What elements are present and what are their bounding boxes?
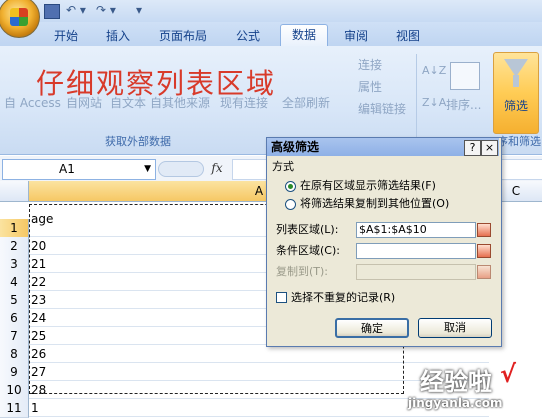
- filter-label: 筛选: [503, 99, 528, 113]
- connections-button[interactable]: 连接: [358, 56, 382, 73]
- tab-insert[interactable]: 插入: [96, 26, 140, 46]
- watermark-url: jingyanla.com: [408, 396, 503, 410]
- sort-za-button[interactable]: Z↓A: [422, 96, 446, 109]
- criteria-range-label: 条件区域(C):: [276, 244, 340, 257]
- sort-dialog-icon: [450, 62, 480, 90]
- criteria-range-field[interactable]: [356, 243, 476, 259]
- refresh-all-button[interactable]: 全部刷新: [282, 94, 330, 111]
- tab-home[interactable]: 开始: [44, 26, 88, 46]
- overlay-annotation-title: 仔细观察列表区域: [36, 67, 277, 100]
- row-header[interactable]: 4: [0, 273, 29, 292]
- save-icon[interactable]: [44, 4, 60, 19]
- range-select-icon[interactable]: [477, 244, 491, 258]
- insert-function-button[interactable]: fx: [206, 160, 228, 177]
- mode-group-label: 方式: [272, 160, 294, 173]
- tab-page-layout[interactable]: 页面布局: [150, 26, 216, 46]
- properties-button[interactable]: 属性: [358, 78, 382, 95]
- group-label-external-data: 获取外部数据: [105, 135, 171, 148]
- group-label-sort-filter: 序和筛选: [497, 135, 541, 148]
- funnel-stem: [513, 75, 519, 87]
- unique-records-label: 选择不重复的记录(R): [291, 291, 396, 304]
- select-all-corner[interactable]: [0, 181, 29, 201]
- filter-button[interactable]: 筛选: [493, 52, 539, 134]
- row-header[interactable]: 1: [0, 219, 29, 238]
- name-box-value: A1: [59, 162, 75, 176]
- row-header[interactable]: 7: [0, 327, 29, 346]
- row-header[interactable]: 6: [0, 309, 29, 328]
- tab-formulas[interactable]: 公式: [226, 26, 270, 46]
- sort-button[interactable]: 排序...: [446, 96, 481, 113]
- tab-review[interactable]: 审阅: [334, 26, 378, 46]
- watermark-check-icon: √: [500, 360, 517, 388]
- row-header[interactable]: 9: [0, 363, 29, 382]
- row-header[interactable]: 8: [0, 345, 29, 364]
- radio-in-place[interactable]: [285, 181, 296, 192]
- formula-expand-handle[interactable]: [158, 161, 204, 177]
- list-range-field[interactable]: $A$1:$A$10: [356, 222, 476, 238]
- row-header[interactable]: 2: [0, 237, 29, 256]
- sort-az-button[interactable]: A↓Z: [422, 64, 446, 77]
- undo-button[interactable]: ↶ ▾: [66, 3, 86, 19]
- office-logo-icon: [10, 8, 28, 26]
- cancel-button[interactable]: 取消: [418, 318, 492, 338]
- option-copy-label: 将筛选结果复制到其他位置(O): [300, 197, 450, 210]
- row-header[interactable]: 5: [0, 291, 29, 310]
- unique-records-checkbox[interactable]: [276, 292, 287, 303]
- name-box[interactable]: A1 ▼: [2, 159, 156, 180]
- close-button[interactable]: ×: [481, 140, 498, 156]
- row-header[interactable]: 11: [0, 399, 29, 418]
- radio-copy-to[interactable]: [285, 199, 296, 210]
- range-select-icon[interactable]: [477, 223, 491, 237]
- chevron-down-icon[interactable]: ▼: [144, 160, 151, 179]
- option-in-place-label: 在原有区域显示筛选结果(F): [300, 179, 436, 192]
- tab-view[interactable]: 视图: [386, 26, 430, 46]
- watermark-text: 经验啦: [420, 368, 492, 396]
- tab-data[interactable]: 数据: [280, 24, 328, 47]
- redo-button[interactable]: ↷ ▾: [96, 3, 116, 19]
- advanced-filter-dialog: [266, 137, 502, 347]
- list-range-label: 列表区域(L):: [276, 223, 339, 236]
- row-header[interactable]: 3: [0, 255, 29, 274]
- copy-to-label: 复制到(T):: [276, 265, 329, 278]
- ok-button[interactable]: 确定: [335, 318, 409, 338]
- edit-links-button[interactable]: 编辑链接: [358, 100, 406, 117]
- customize-qat-button[interactable]: ▾: [136, 3, 142, 19]
- ribbon-separator: [416, 54, 417, 148]
- help-button[interactable]: ?: [464, 140, 481, 156]
- cell-a8[interactable]: 26: [29, 345, 489, 363]
- range-select-icon[interactable]: [477, 265, 491, 279]
- copy-to-field[interactable]: [356, 264, 476, 280]
- row-header[interactable]: 10: [0, 381, 29, 400]
